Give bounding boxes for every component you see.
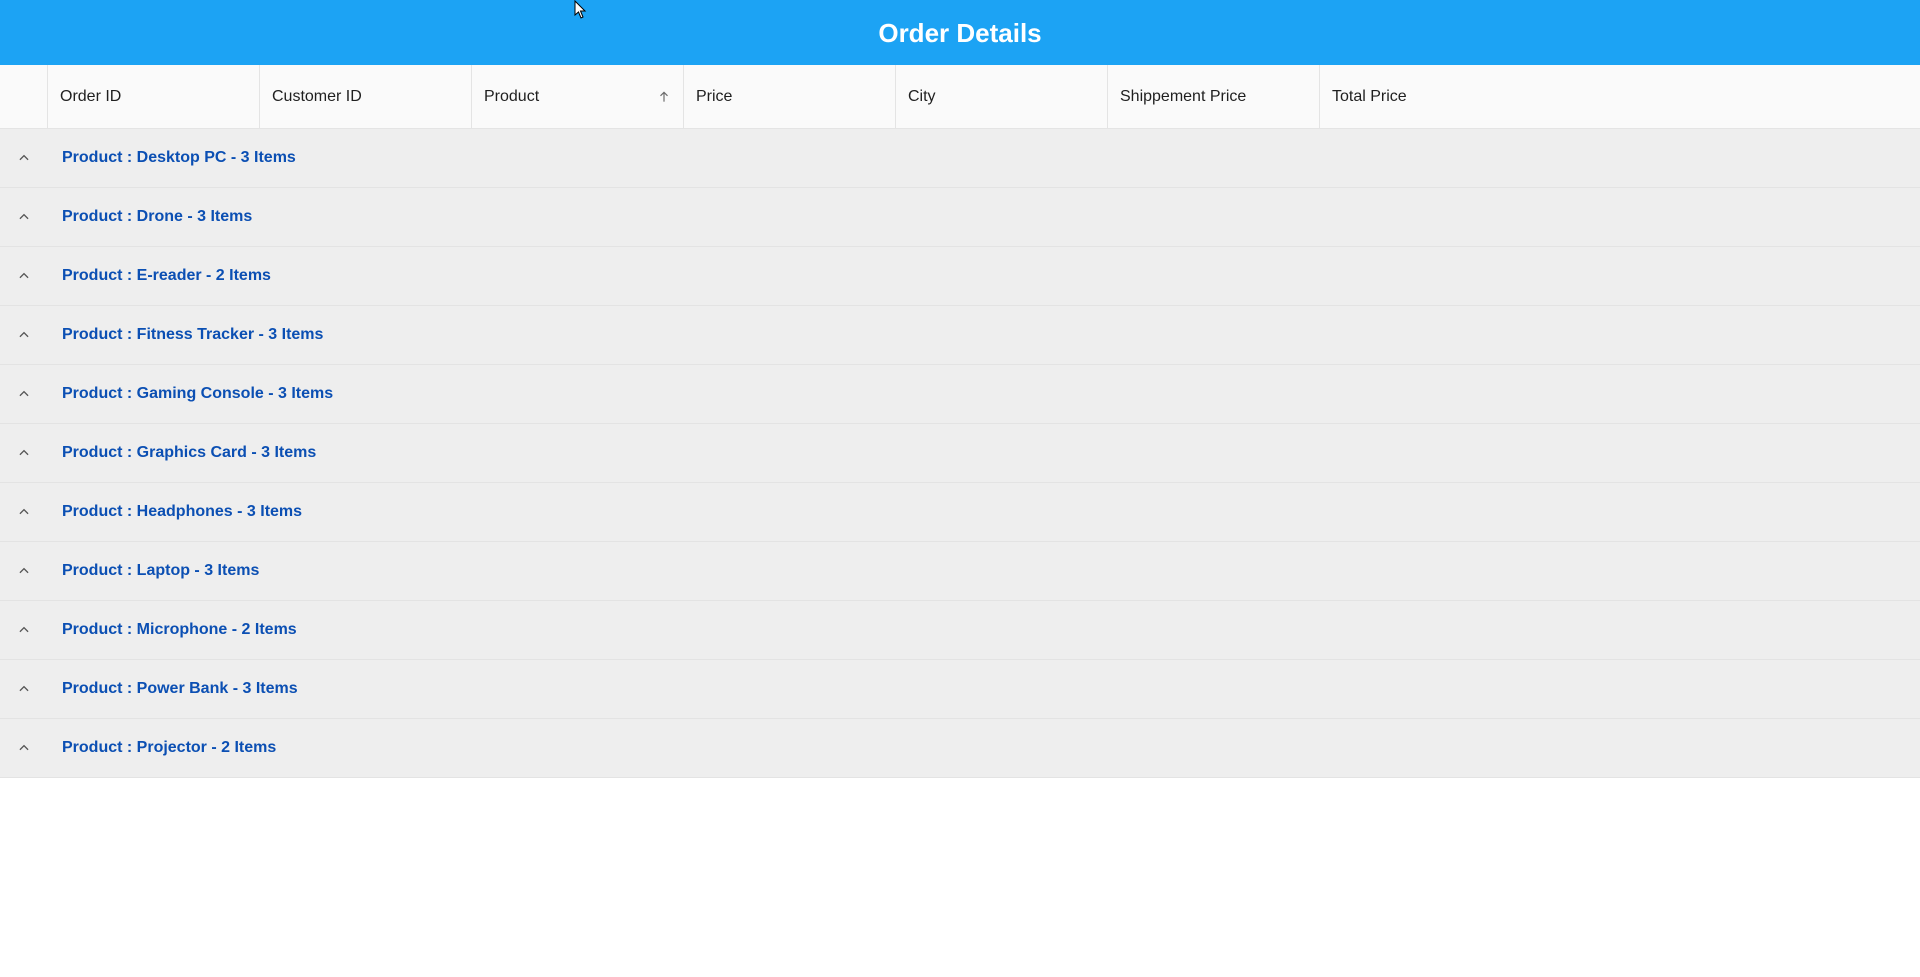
column-header-label: Order ID xyxy=(60,88,121,106)
group-caption: Product : E-reader - 2 Items xyxy=(48,267,271,285)
column-header-total-price[interactable]: Total Price xyxy=(1320,65,1920,128)
column-header-label: Product xyxy=(484,88,539,106)
group-caption: Product : Headphones - 3 Items xyxy=(48,503,302,521)
page-title-text: Order Details xyxy=(878,18,1041,48)
chevron-up-icon[interactable] xyxy=(0,682,48,696)
group-caption: Product : Microphone - 2 Items xyxy=(48,621,297,639)
group-row[interactable]: Product : Desktop PC - 3 Items xyxy=(0,129,1920,188)
column-header-row: Order ID Customer ID Product Price City … xyxy=(0,65,1920,129)
chevron-up-icon[interactable] xyxy=(0,151,48,165)
group-caption: Product : Gaming Console - 3 Items xyxy=(48,385,333,403)
group-row[interactable]: Product : Headphones - 3 Items xyxy=(0,483,1920,542)
order-grid: Order ID Customer ID Product Price City … xyxy=(0,65,1920,778)
chevron-up-icon[interactable] xyxy=(0,328,48,342)
chevron-up-icon[interactable] xyxy=(0,269,48,283)
group-row[interactable]: Product : E-reader - 2 Items xyxy=(0,247,1920,306)
page-title: Order Details xyxy=(0,0,1920,65)
group-caption: Product : Fitness Tracker - 3 Items xyxy=(48,326,323,344)
group-caption: Product : Power Bank - 3 Items xyxy=(48,680,298,698)
chevron-up-icon[interactable] xyxy=(0,446,48,460)
group-row[interactable]: Product : Fitness Tracker - 3 Items xyxy=(0,306,1920,365)
group-caption: Product : Laptop - 3 Items xyxy=(48,562,259,580)
group-row[interactable]: Product : Microphone - 2 Items xyxy=(0,601,1920,660)
group-caption: Product : Desktop PC - 3 Items xyxy=(48,149,296,167)
group-row[interactable]: Product : Drone - 3 Items xyxy=(0,188,1920,247)
column-header-order-id[interactable]: Order ID xyxy=(48,65,260,128)
group-row[interactable]: Product : Laptop - 3 Items xyxy=(0,542,1920,601)
group-row[interactable]: Product : Power Bank - 3 Items xyxy=(0,660,1920,719)
chevron-up-icon[interactable] xyxy=(0,741,48,755)
sort-asc-icon xyxy=(657,90,671,104)
group-caption: Product : Drone - 3 Items xyxy=(48,208,252,226)
column-header-shipment-price[interactable]: Shippement Price xyxy=(1108,65,1320,128)
group-caption: Product : Graphics Card - 3 Items xyxy=(48,444,316,462)
chevron-up-icon[interactable] xyxy=(0,564,48,578)
column-header-customer-id[interactable]: Customer ID xyxy=(260,65,472,128)
column-header-product[interactable]: Product xyxy=(472,65,684,128)
column-header-price[interactable]: Price xyxy=(684,65,896,128)
column-header-label: Price xyxy=(696,88,732,106)
group-caption: Product : Projector - 2 Items xyxy=(48,739,276,757)
column-header-label: Total Price xyxy=(1332,88,1407,106)
chevron-up-icon[interactable] xyxy=(0,387,48,401)
chevron-up-icon[interactable] xyxy=(0,210,48,224)
column-header-label: Customer ID xyxy=(272,88,362,106)
column-header-label: City xyxy=(908,88,936,106)
group-row[interactable]: Product : Graphics Card - 3 Items xyxy=(0,424,1920,483)
group-row[interactable]: Product : Gaming Console - 3 Items xyxy=(0,365,1920,424)
column-header-city[interactable]: City xyxy=(896,65,1108,128)
group-row[interactable]: Product : Projector - 2 Items xyxy=(0,719,1920,778)
expander-column-header xyxy=(0,65,48,128)
column-header-label: Shippement Price xyxy=(1120,88,1246,106)
chevron-up-icon[interactable] xyxy=(0,505,48,519)
chevron-up-icon[interactable] xyxy=(0,623,48,637)
